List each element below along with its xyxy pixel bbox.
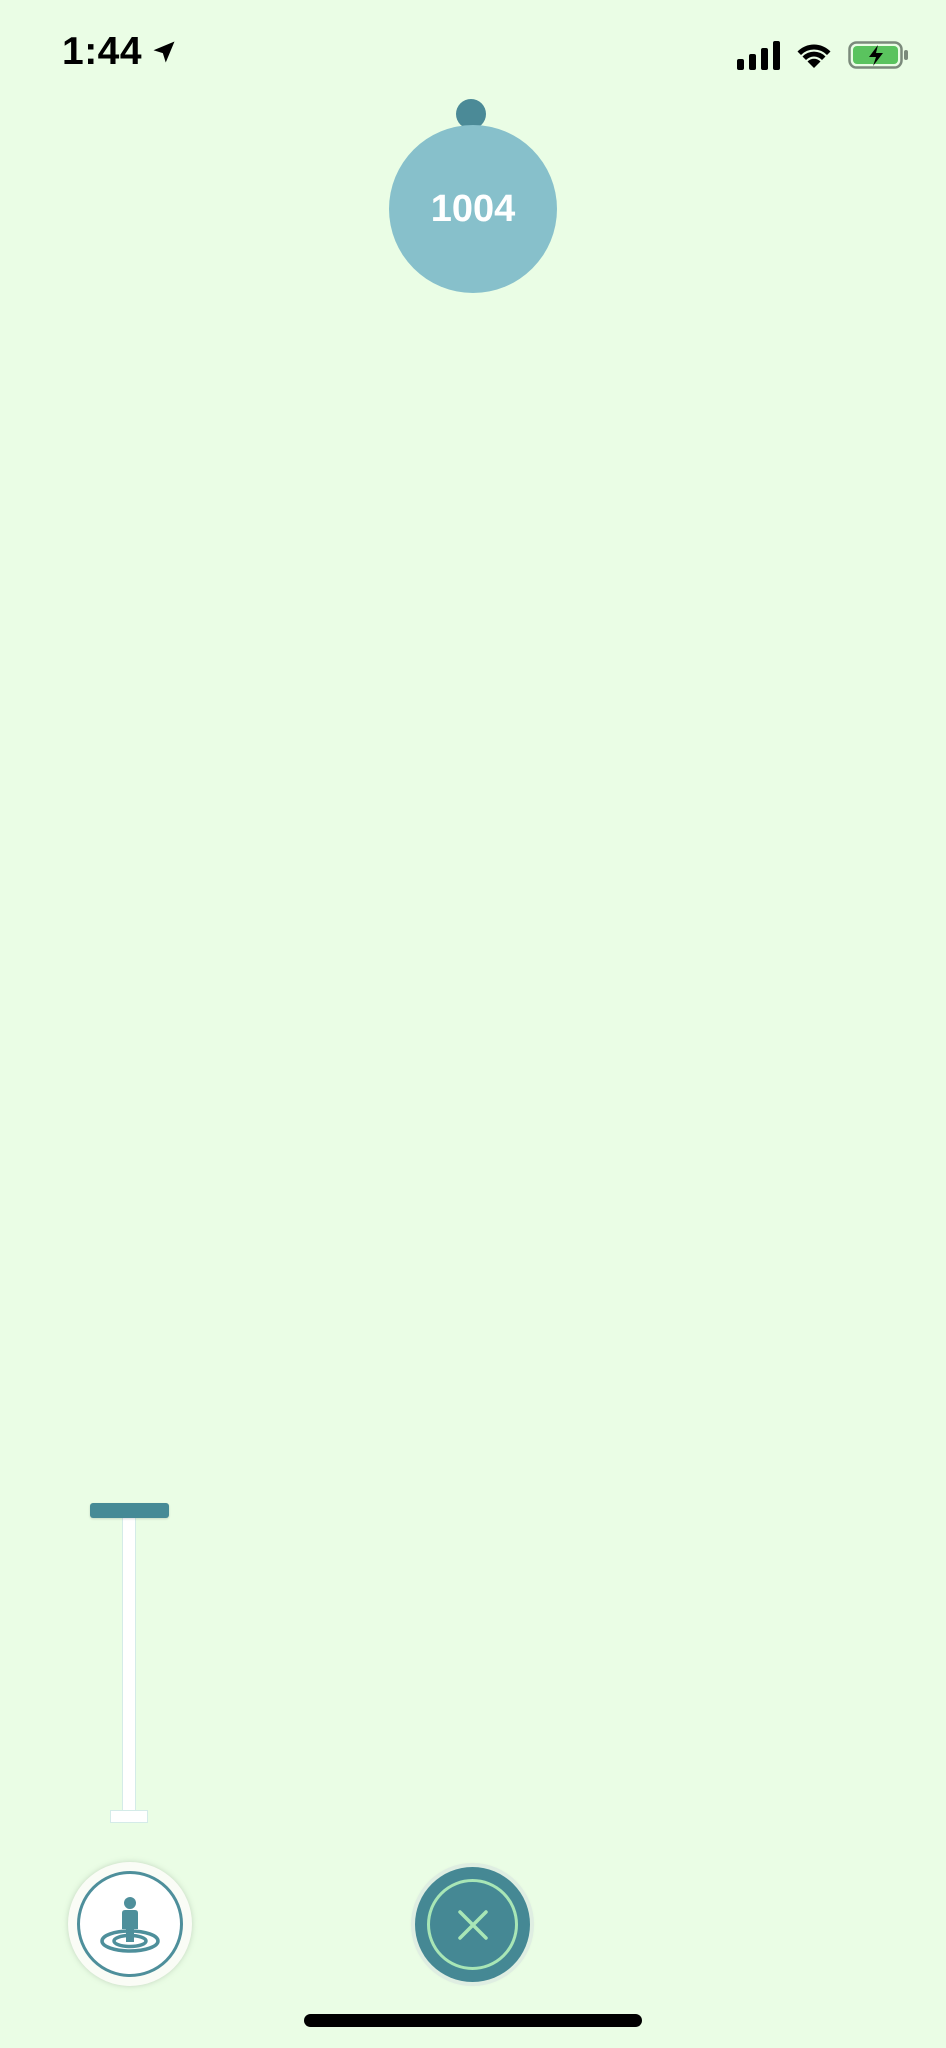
counter-bubble[interactable]: 1004 [389,125,557,293]
home-indicator[interactable] [304,2014,642,2027]
wifi-icon [797,44,831,68]
location-arrow-icon [153,41,175,63]
close-ring [427,1879,518,1970]
zoom-slider-handle[interactable] [90,1503,169,1518]
avatar-ring [77,1871,183,1977]
status-bar-time: 1:44 [62,30,178,74]
person-ripple-icon [100,1897,160,1953]
zoom-slider-track[interactable] [122,1516,136,1812]
avatar-button[interactable] [68,1862,192,1986]
close-icon [457,1909,488,1940]
time-text: 1:44 [62,30,143,73]
counter-value: 1004 [430,187,516,230]
status-bar-indicators [737,40,910,70]
cellular-signal-icon [737,40,780,70]
battery-charging-icon [848,41,908,69]
close-button[interactable] [415,1867,530,1982]
zoom-slider-foot [110,1810,148,1823]
